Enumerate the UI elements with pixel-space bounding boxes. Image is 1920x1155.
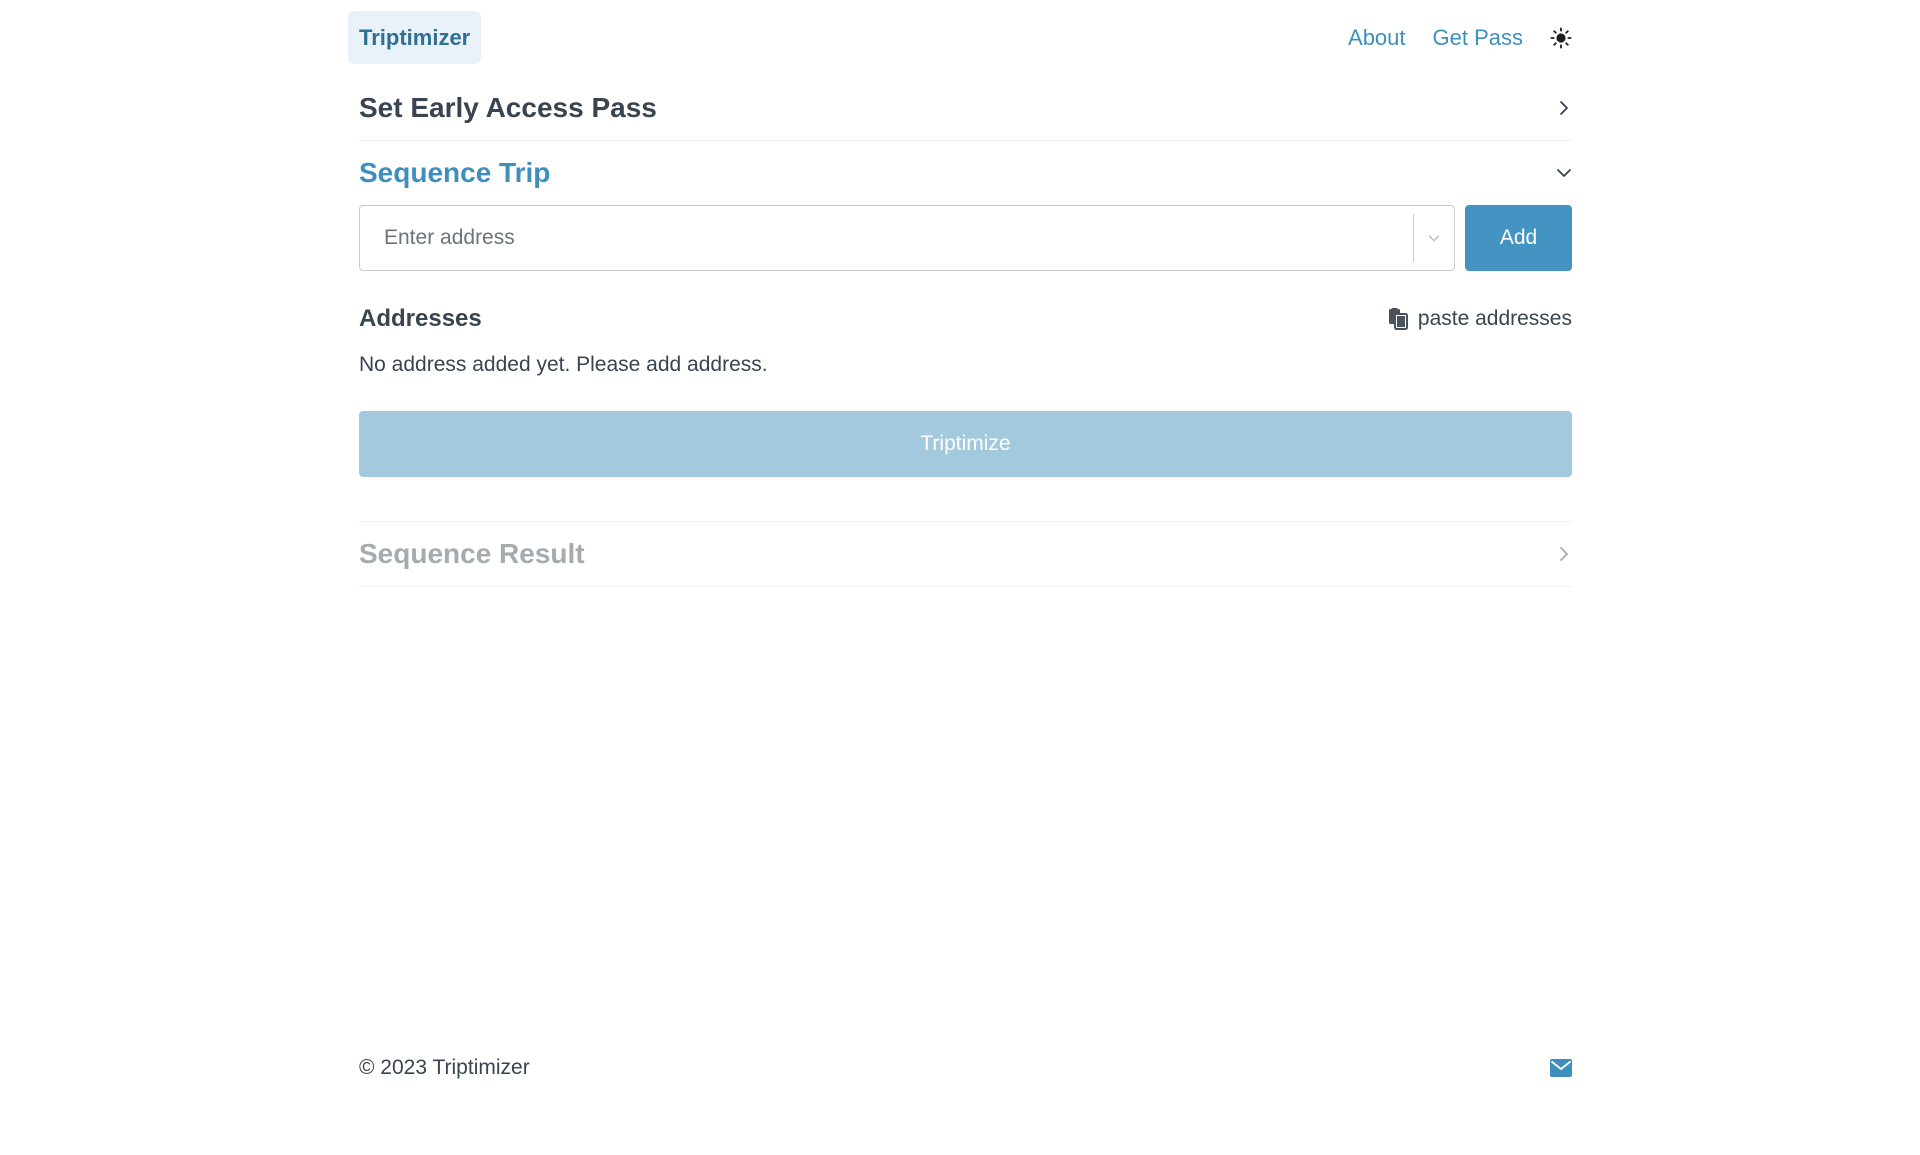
- nav-links: About Get Pass: [1348, 11, 1572, 64]
- section-sequence-trip-header[interactable]: Sequence Trip: [359, 141, 1572, 205]
- addresses-title: Addresses: [359, 305, 482, 332]
- chevron-down-icon: [1428, 235, 1440, 242]
- chevron-down-icon: [1556, 165, 1572, 181]
- brand-logo[interactable]: Triptimizer: [348, 11, 482, 64]
- paste-addresses-button[interactable]: paste addresses: [1388, 307, 1572, 331]
- section-sequence-result-header[interactable]: Sequence Result: [359, 522, 1572, 586]
- envelope-icon[interactable]: [1550, 1059, 1572, 1077]
- address-entry-row: Add: [359, 205, 1572, 271]
- top-nav: Triptimizer About Get Pass: [348, 0, 1572, 76]
- section-early-access-header[interactable]: Set Early Access Pass: [359, 76, 1572, 140]
- section-sequence-trip-title: Sequence Trip: [359, 157, 551, 188]
- triptimize-button[interactable]: Triptimize: [359, 411, 1572, 477]
- section-sequence-result-title: Sequence Result: [359, 538, 585, 569]
- section-early-access-title: Set Early Access Pass: [359, 92, 657, 123]
- address-select[interactable]: [359, 205, 1455, 271]
- address-input[interactable]: [360, 206, 1413, 270]
- empty-addresses-message: No address added yet. Please add address…: [359, 353, 768, 376]
- chevron-right-icon: [1556, 546, 1572, 562]
- nav-link-get-pass[interactable]: Get Pass: [1433, 25, 1523, 51]
- divider: [359, 586, 1572, 587]
- copyright-text: © 2023 Triptimizer: [359, 1056, 530, 1079]
- paste-addresses-label: paste addresses: [1417, 307, 1572, 330]
- chevron-right-icon: [1556, 100, 1572, 116]
- footer: © 2023 Triptimizer: [359, 1048, 1572, 1088]
- nav-link-about[interactable]: About: [1348, 25, 1406, 51]
- sun-icon[interactable]: [1550, 26, 1572, 49]
- paste-icon: [1388, 308, 1408, 330]
- dropdown-toggle[interactable]: [1414, 206, 1454, 270]
- page: Triptimizer About Get Pass Set Early Acc…: [0, 0, 1920, 1155]
- addresses-header: Addresses paste addresses: [359, 301, 1572, 337]
- add-address-button[interactable]: Add: [1465, 205, 1572, 271]
- main-container: Triptimizer About Get Pass Set Early Acc…: [348, 0, 1572, 587]
